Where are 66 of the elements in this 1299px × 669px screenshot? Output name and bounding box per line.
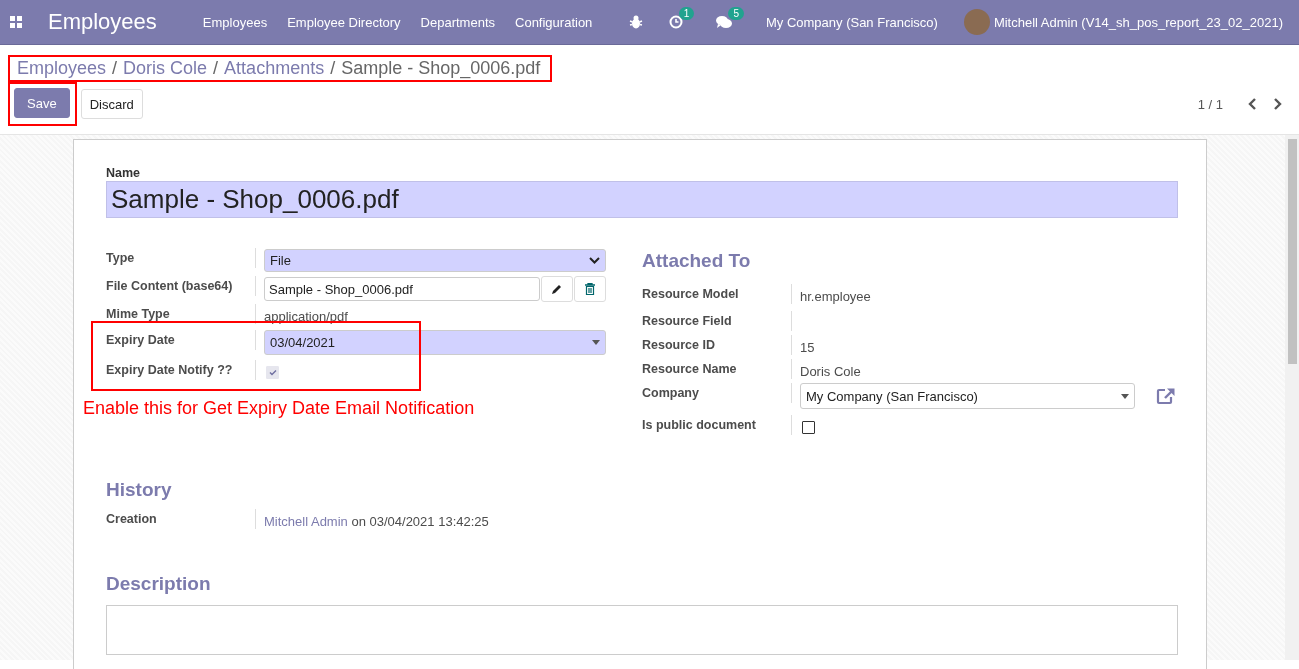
field-label: Resource ID: [642, 335, 792, 355]
edit-button[interactable]: [541, 276, 573, 302]
pager-counter: 1 / 1: [1197, 96, 1223, 112]
file-name-field[interactable]: Sample - Shop_0006.pdf: [264, 277, 540, 301]
menu-item[interactable]: Departments: [420, 14, 495, 30]
discard-button[interactable]: Discard: [80, 89, 143, 119]
field-value: Doris Cole: [800, 363, 861, 379]
field-label: Mime Type: [106, 304, 256, 324]
chat-bubbles-icon[interactable]: [716, 15, 733, 29]
count-badge: 1: [678, 7, 695, 20]
user-menu[interactable]: Mitchell Admin (V14_sh_pos_report_23_02_2021): [993, 14, 1283, 30]
field-label: Type: [106, 248, 256, 268]
author-link[interactable]: Mitchell Admin: [264, 513, 348, 529]
bug-icon[interactable]: [628, 15, 643, 29]
field-label: Company: [642, 383, 792, 403]
description-field[interactable]: [106, 605, 1178, 655]
field-label: Resource Model: [642, 284, 792, 304]
previous-icon[interactable]: [1247, 97, 1257, 111]
section-title: History: [106, 479, 173, 501]
checkbox[interactable]: [802, 420, 815, 434]
next-icon[interactable]: [1273, 97, 1283, 111]
caret-icon[interactable]: [1121, 393, 1129, 399]
name-field[interactable]: Sample - Shop_0006.pdf: [106, 181, 1178, 218]
pencil-icon[interactable]: [551, 283, 563, 295]
scrollbar[interactable]: [1285, 135, 1299, 660]
field-label: File Content (base64): [106, 276, 256, 296]
scrollbar-thumb[interactable]: [1287, 139, 1297, 364]
breadcrumb-separator: /: [112, 58, 118, 79]
clock-icon[interactable]: [668, 15, 683, 29]
breadcrumb-link[interactable]: Employees: [17, 58, 107, 79]
trash-icon[interactable]: [585, 283, 595, 295]
apps-menu-icon[interactable]: [10, 16, 22, 28]
field-label: Expiry Date Notify ??: [106, 360, 256, 380]
company-switcher[interactable]: My Company (San Francisco): [765, 14, 938, 30]
caret-icon[interactable]: [592, 340, 600, 345]
breadcrumb-separator: /: [213, 58, 219, 79]
breadcrumb-separator: /: [330, 58, 336, 79]
annotation-text: Enable this for Get Expiry Date Email Notification: [83, 398, 476, 419]
menu-item[interactable]: Configuration: [515, 14, 593, 30]
field-label: Is public document: [642, 415, 792, 435]
field-label: Resource Name: [642, 359, 792, 379]
delete-button[interactable]: [574, 276, 606, 302]
app-title: Employees: [48, 9, 157, 35]
breadcrumb-link[interactable]: Doris Cole: [123, 58, 208, 79]
external-link-icon[interactable]: [1156, 387, 1176, 405]
save-button[interactable]: Save: [14, 88, 70, 118]
history-entry: Mitchell Admin on 03/04/2021 13:42:25: [264, 513, 489, 529]
field-label: Resource Field: [642, 311, 792, 331]
count-badge: 5: [728, 7, 744, 20]
company-dropdown[interactable]: My Company (San Francisco): [800, 383, 1135, 409]
field-value: application/pdf: [264, 308, 348, 324]
user-avatar: [963, 9, 990, 35]
menu-item[interactable]: Employees: [202, 14, 268, 30]
field-label: Expiry Date: [106, 330, 256, 350]
breadcrumb-current: Sample - Shop_0006.pdf: [341, 58, 541, 79]
field-label: Creation: [106, 509, 256, 529]
field-value: 15: [800, 339, 815, 355]
date-field[interactable]: 03/04/2021: [264, 330, 606, 355]
field-value: hr.employee: [800, 288, 871, 304]
menu-item[interactable]: Employee Directory: [287, 14, 401, 30]
type-dropdown[interactable]: File: [264, 248, 606, 272]
field-label: Name: [106, 166, 142, 180]
section-title: Description: [106, 573, 212, 595]
breadcrumb-link[interactable]: Attachments: [224, 58, 325, 79]
section-title: Attached To: [642, 250, 752, 272]
chevron-down-icon[interactable]: [589, 256, 600, 264]
